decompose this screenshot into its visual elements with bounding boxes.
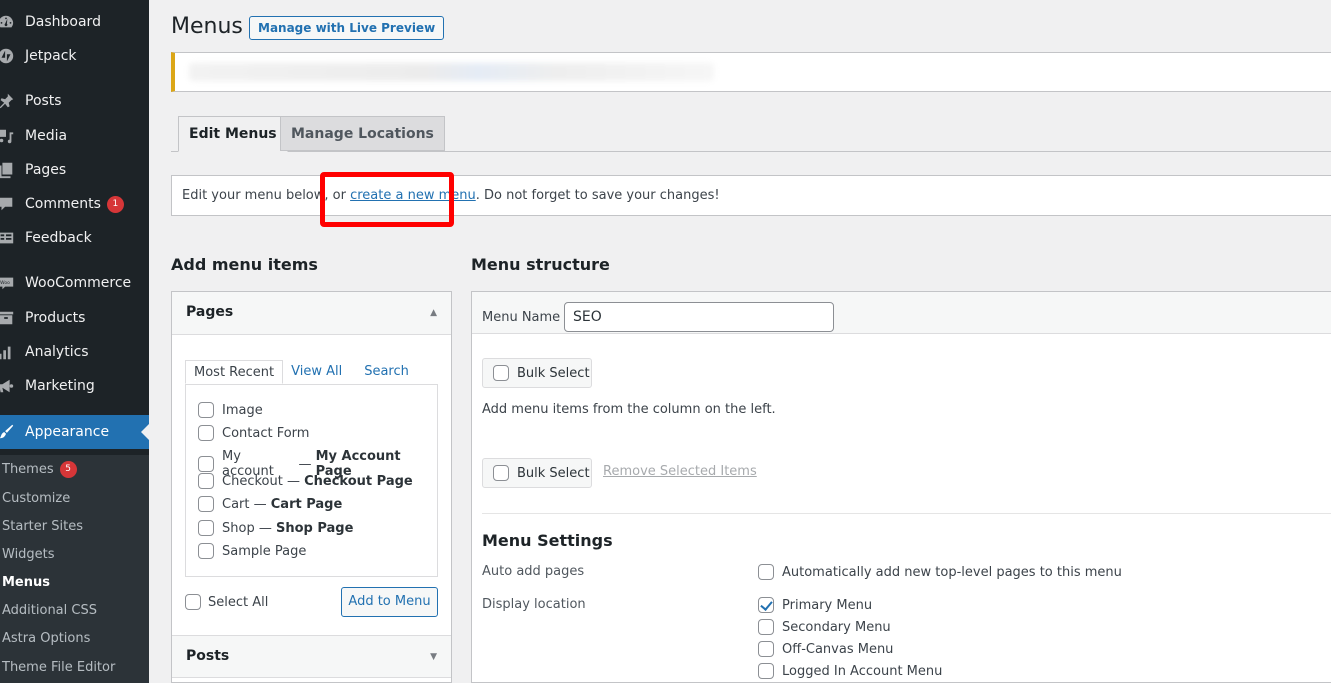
sidebar-item-marketing[interactable]: Marketing bbox=[0, 369, 149, 403]
sidebar-item-dashboard[interactable]: Dashboard bbox=[0, 5, 149, 39]
submenu-menus[interactable]: Menus bbox=[2, 575, 50, 590]
page-item[interactable]: Image bbox=[198, 402, 263, 418]
pages-tabs: Most Recent View All Search bbox=[185, 360, 417, 384]
submenu-astra-options[interactable]: Astra Options bbox=[2, 631, 90, 646]
archive-icon bbox=[0, 308, 16, 328]
jetpack-icon bbox=[0, 46, 16, 66]
submenu-customize[interactable]: Customize bbox=[2, 491, 70, 506]
select-all-checkbox[interactable]: Select All bbox=[185, 594, 268, 610]
location-secondary-menu[interactable]: Secondary Menu bbox=[758, 619, 891, 635]
submenu-additional-css[interactable]: Additional CSS bbox=[2, 603, 97, 618]
posts-section-header[interactable]: Posts ▼ bbox=[172, 635, 451, 678]
remove-selected-items-link[interactable]: Remove Selected Items bbox=[603, 464, 757, 479]
add-to-menu-button[interactable]: Add to Menu bbox=[341, 587, 438, 617]
appearance-submenu: Themes 5 Customize Starter Sites Widgets… bbox=[0, 455, 149, 683]
checkbox[interactable] bbox=[758, 619, 774, 635]
checkbox[interactable] bbox=[758, 564, 774, 580]
admin-sidebar: Dashboard Jetpack Posts Media Pages Comm… bbox=[0, 0, 149, 683]
collapse-arrow-icon: ▲ bbox=[430, 308, 437, 318]
submenu-starter-sites[interactable]: Starter Sites bbox=[2, 519, 83, 534]
checkbox[interactable] bbox=[758, 641, 774, 657]
page-item[interactable]: Shop — Shop Page bbox=[198, 520, 353, 536]
page-item[interactable]: Cart — Cart Page bbox=[198, 496, 342, 512]
media-icon bbox=[0, 126, 16, 146]
auto-add-pages-label: Auto add pages bbox=[482, 564, 585, 579]
chart-bar-icon bbox=[0, 342, 16, 362]
location-primary-menu[interactable]: Primary Menu bbox=[758, 597, 872, 613]
submenu-theme-file-editor[interactable]: Theme File Editor bbox=[2, 660, 115, 675]
page-item[interactable]: Contact Form bbox=[198, 425, 309, 441]
comments-count-badge: 1 bbox=[106, 195, 124, 213]
tab-edit-menus[interactable]: Edit Menus bbox=[178, 116, 288, 152]
bulk-select-button-bottom[interactable]: Bulk Select bbox=[482, 458, 592, 488]
page-title: Menus bbox=[171, 14, 243, 39]
tabs-divider bbox=[171, 151, 1331, 152]
sidebar-item-analytics[interactable]: Analytics bbox=[0, 335, 149, 369]
menu-structure-title: Menu structure bbox=[471, 255, 610, 274]
expand-arrow-icon: ▼ bbox=[430, 652, 437, 662]
tab-search[interactable]: Search bbox=[356, 360, 417, 384]
checkbox[interactable] bbox=[198, 496, 214, 512]
svg-text:Woo: Woo bbox=[0, 280, 10, 286]
checkbox[interactable] bbox=[198, 456, 214, 472]
paintbrush-icon bbox=[0, 422, 16, 442]
menu-name-input[interactable] bbox=[564, 302, 834, 332]
menu-name-label: Menu Name bbox=[482, 310, 561, 325]
page-item[interactable]: Sample Page bbox=[198, 543, 306, 559]
auto-add-pages-option[interactable]: Automatically add new top-level pages to… bbox=[758, 564, 1122, 580]
page-item[interactable]: Checkout — Checkout Page bbox=[198, 473, 413, 489]
themes-update-badge: 5 bbox=[59, 461, 77, 478]
megaphone-icon bbox=[0, 376, 16, 396]
sidebar-item-woocommerce[interactable]: Woo WooCommerce bbox=[0, 266, 149, 300]
sidebar-item-feedback[interactable]: Feedback bbox=[0, 221, 149, 255]
pages-checklist: Image Contact Form My account — My Accou… bbox=[185, 384, 438, 577]
main-content: Menus Manage with Live Preview Edit Menu… bbox=[149, 0, 1331, 683]
checkbox[interactable] bbox=[185, 594, 201, 610]
checkbox-checked[interactable] bbox=[758, 597, 774, 613]
menu-name-bar: Menu Name bbox=[472, 292, 1331, 334]
pin-icon bbox=[0, 91, 16, 111]
checkbox[interactable] bbox=[198, 543, 214, 559]
sidebar-item-pages[interactable]: Pages bbox=[0, 153, 149, 187]
checkbox[interactable] bbox=[198, 425, 214, 441]
checkbox[interactable] bbox=[198, 520, 214, 536]
feedback-icon bbox=[0, 228, 16, 248]
location-logged-in-account-menu[interactable]: Logged In Account Menu bbox=[758, 663, 942, 679]
dashboard-icon bbox=[0, 12, 16, 32]
checkbox[interactable] bbox=[493, 465, 509, 481]
add-menu-items-title: Add menu items bbox=[171, 255, 318, 274]
tab-manage-locations[interactable]: Manage Locations bbox=[280, 116, 445, 151]
tab-view-all[interactable]: View All bbox=[283, 360, 350, 384]
bulk-select-button-top[interactable]: Bulk Select bbox=[482, 358, 592, 388]
sidebar-item-posts[interactable]: Posts bbox=[0, 84, 149, 118]
sidebar-item-appearance[interactable]: Appearance bbox=[0, 415, 149, 449]
checkbox[interactable] bbox=[493, 365, 509, 381]
submenu-widgets[interactable]: Widgets bbox=[2, 547, 55, 562]
sidebar-item-products[interactable]: Products bbox=[0, 301, 149, 335]
empty-menu-hint: Add menu items from the column on the le… bbox=[482, 402, 776, 417]
manage-live-preview-button[interactable]: Manage with Live Preview bbox=[249, 16, 445, 40]
admin-notice bbox=[171, 52, 1331, 92]
pages-icon bbox=[0, 160, 16, 180]
menu-structure-panel: Menu Name Bulk Select Add menu items fro… bbox=[471, 291, 1331, 683]
checkbox[interactable] bbox=[198, 473, 214, 489]
menu-settings-title: Menu Settings bbox=[482, 531, 613, 550]
woo-icon: Woo bbox=[0, 273, 16, 293]
checkbox[interactable] bbox=[198, 402, 214, 418]
comment-icon bbox=[0, 194, 16, 214]
add-menu-items-accordion: Pages ▲ Most Recent View All Search Imag… bbox=[171, 291, 452, 683]
sidebar-item-jetpack[interactable]: Jetpack bbox=[0, 39, 149, 73]
submenu-themes[interactable]: Themes 5 bbox=[2, 461, 77, 478]
tab-most-recent[interactable]: Most Recent bbox=[185, 360, 284, 384]
settings-divider bbox=[482, 513, 1331, 514]
sidebar-item-media[interactable]: Media bbox=[0, 119, 149, 153]
highlight-annotation-box bbox=[320, 172, 454, 227]
pages-section-header[interactable]: Pages ▲ bbox=[172, 292, 451, 335]
location-off-canvas-menu[interactable]: Off-Canvas Menu bbox=[758, 641, 893, 657]
blurred-notice-text bbox=[189, 63, 714, 81]
display-location-label: Display location bbox=[482, 597, 586, 612]
checkbox[interactable] bbox=[758, 663, 774, 679]
sidebar-item-comments[interactable]: Comments 1 bbox=[0, 187, 149, 221]
